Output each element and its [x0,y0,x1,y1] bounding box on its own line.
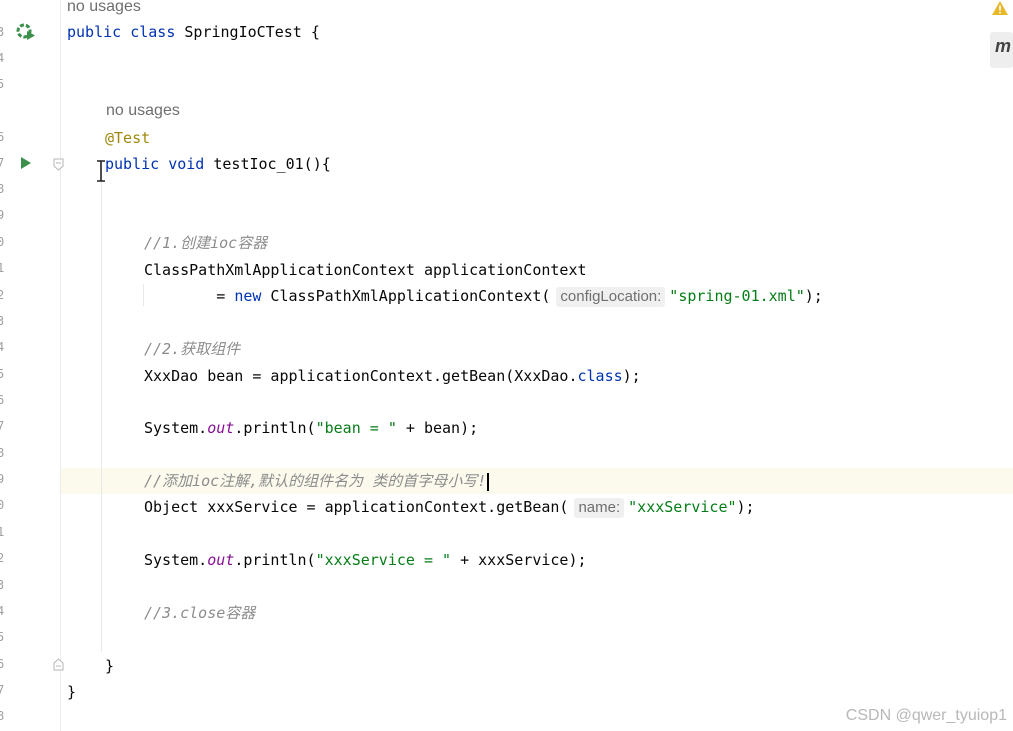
line-number: 3 [0,578,5,592]
line-number: 7 [0,683,5,697]
fold-marker-icon[interactable] [53,158,64,171]
code-text: XxxDao bean = applicationContext.getBean… [144,367,578,385]
brace: { [301,23,320,41]
line-number: 0 [0,235,5,249]
code-text: Object xxxService = applicationContext.g… [144,498,569,516]
class-name: SpringIoCTest [184,23,302,41]
string-literal: "xxxService = " [315,551,452,569]
line-number: 8 [0,446,5,460]
closing-brace[interactable]: } [67,679,76,705]
line-number: 4 [0,51,5,65]
code-comment[interactable]: //1.创建ioc容器 [144,230,267,256]
line-number: 1 [0,261,5,275]
keyword: void [168,155,205,173]
text-caret [487,472,490,491]
line-number: 8 [0,709,5,723]
line-number: 8 [0,182,5,196]
code-line[interactable]: System.out.println("xxxService = " + xxx… [144,547,587,573]
badge-label: m [995,36,1012,56]
line-number: 1 [0,525,5,539]
code-line[interactable]: = new ClassPathXmlApplicationContext( con… [144,283,823,309]
line-number: 2 [0,551,5,565]
usage-hint[interactable]: no usages [67,0,141,20]
string-literal: "bean = " [315,419,397,437]
editor-gutter[interactable]: 3 4 5 6 7 8 9 0 1 2 3 4 5 6 7 8 9 0 1 2 … [0,0,64,731]
code-comment[interactable]: //3.close容器 [144,600,255,626]
line-number: 9 [0,472,5,486]
ai-assistant-badge[interactable]: m [990,32,1013,68]
line-number: 6 [0,657,5,671]
keyword: class [130,23,176,41]
static-field: out [207,419,235,437]
line-number: 9 [0,208,5,222]
code-text: ClassPathXmlApplicationContext( [261,287,551,305]
line-number: 3 [0,25,5,39]
code-line[interactable]: Object xxxService = applicationContext.g… [144,494,755,520]
string-literal: "spring-01.xml" [669,287,805,305]
line-number: 6 [0,130,5,144]
keyword: public [67,23,122,41]
run-method-icon[interactable] [20,156,32,170]
code-text: .println( [234,419,316,437]
keyword: new [234,287,262,305]
code-text: + bean); [396,419,479,437]
closing-brace[interactable]: } [105,653,114,679]
watermark: CSDN @qwer_tyuiop1 [845,707,1007,724]
annotation[interactable]: @Test [105,125,150,151]
class-declaration[interactable]: public class SpringIoCTest { [67,19,320,45]
usage-hint[interactable]: no usages [106,98,180,124]
parameter-hint: configLocation: [556,287,666,307]
keyword: class [577,367,623,385]
code-text: ); [804,287,823,305]
line-number: 5 [0,630,5,644]
code-comment: //添加ioc注解,默认的组件名为 类的首字母小写! [144,472,487,490]
code-text: + xxxService); [451,551,587,569]
line-number: 0 [0,498,5,512]
code-text: ); [622,367,641,385]
static-field: out [207,551,235,569]
line-number: 6 [0,393,5,407]
line-number: 4 [0,604,5,618]
parameter-hint: name: [574,498,625,518]
keyword: public [105,155,160,173]
code-line[interactable]: System.out.println("bean = " + bean); [144,415,478,441]
code-text: ); [736,498,755,516]
method-declaration[interactable]: public void testIoc_01(){ [105,151,331,177]
line-number: 2 [0,288,5,302]
method-name: testIoc_01(){ [213,155,331,173]
current-code-line[interactable]: //添加ioc注解,默认的组件名为 类的首字母小写! [144,468,490,494]
run-class-icon[interactable] [16,23,36,41]
string-literal: "xxxService" [628,498,737,516]
line-number: 3 [0,314,5,328]
code-text: System. [144,551,208,569]
line-number: 7 [0,419,5,433]
line-number: 5 [0,367,5,381]
code-line[interactable]: XxxDao bean = applicationContext.getBean… [144,363,641,389]
indent-guide [101,180,102,652]
line-number: 7 [0,156,5,170]
code-line[interactable]: ClassPathXmlApplicationContext applicati… [144,257,587,283]
line-number: 5 [0,77,5,91]
code-text: System. [144,419,208,437]
line-number: 4 [0,340,5,354]
code-comment[interactable]: //2.获取组件 [144,336,240,362]
warning-icon[interactable] [991,0,1009,16]
code-text: .println( [234,551,316,569]
code-text: = [144,287,235,305]
fold-marker-icon[interactable] [53,658,64,671]
